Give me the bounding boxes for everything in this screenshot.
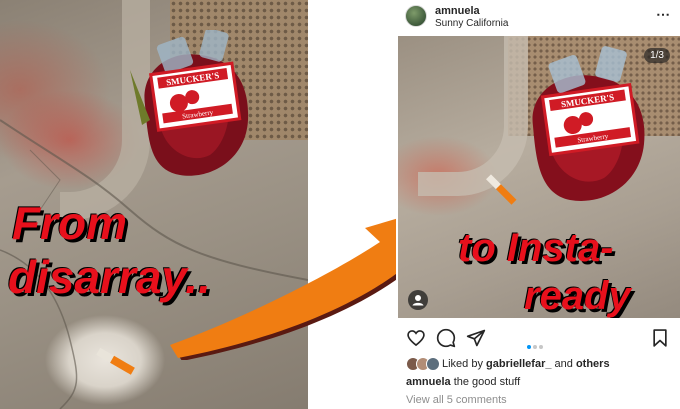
share-icon[interactable] <box>466 328 486 348</box>
overlay-text-from: From <box>12 197 127 249</box>
carousel-indicator <box>527 336 545 354</box>
avatar[interactable] <box>426 357 440 371</box>
liked-by-and: and <box>554 358 573 370</box>
cigarette-butt-image <box>486 174 517 205</box>
image-counter: 1/3 <box>644 48 670 63</box>
post-caption: amnuela the good stuff <box>406 376 520 388</box>
action-bar <box>396 326 680 352</box>
carousel-dot <box>533 345 537 349</box>
liked-by-text: Liked by gabriellefar_ and others <box>442 358 610 370</box>
post-location[interactable]: Sunny California <box>435 18 508 29</box>
liked-by-prefix: Liked by <box>442 358 483 370</box>
caption-username[interactable]: amnuela <box>406 376 451 388</box>
caption-text: the good stuff <box>453 376 521 388</box>
more-icon[interactable]: ⋯ <box>656 6 670 23</box>
liker-avatars[interactable] <box>406 357 440 371</box>
jam-jar-image: SMUCKER'S Strawberry <box>130 30 249 176</box>
user-tag-icon[interactable] <box>408 290 428 310</box>
avatar[interactable] <box>405 5 427 27</box>
view-comments-link[interactable]: View all 5 comments <box>406 394 507 406</box>
carousel-dot-active <box>527 345 531 349</box>
comment-icon[interactable] <box>436 328 456 348</box>
post-header: amnuela Sunny California ⋯ <box>396 0 680 36</box>
post-username[interactable]: amnuela <box>435 5 480 17</box>
jam-jar-image: SMUCKER'S Strawberry <box>532 46 645 201</box>
heart-icon[interactable] <box>406 328 426 348</box>
liked-by-user[interactable]: gabriellefar_ <box>486 358 551 370</box>
overlay-text-to-insta: to Insta- <box>458 226 614 270</box>
instagram-post: amnuela Sunny California ⋯ SMUCKER'S Str… <box>396 0 680 409</box>
post-image[interactable]: SMUCKER'S Strawberry 1/3 to Insta- ready <box>398 36 680 318</box>
bookmark-icon[interactable] <box>650 328 670 348</box>
liked-by-others[interactable]: others <box>576 358 610 370</box>
overlay-text-ready: ready <box>524 274 631 318</box>
carousel-dot <box>539 345 543 349</box>
cigarette-butt-image <box>96 347 135 375</box>
